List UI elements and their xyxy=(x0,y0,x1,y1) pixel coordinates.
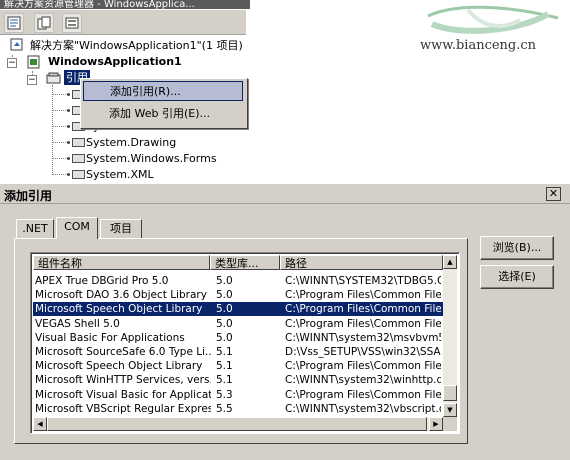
cell-version: 5.1 xyxy=(216,374,233,386)
show-all-files-icon[interactable] xyxy=(34,13,54,33)
horizontal-scrollbar[interactable]: ◀ ▶ xyxy=(33,417,443,431)
tree-guide xyxy=(52,110,66,111)
scroll-up-icon[interactable]: ▲ xyxy=(443,255,457,269)
menu-item-add-reference[interactable]: 添加引用(R)... xyxy=(83,81,243,101)
table-row[interactable]: VEGAS Shell 5.0 5.0 C:\Program Files\Commo… xyxy=(33,317,443,331)
tree-guide xyxy=(52,174,66,175)
reference-dot xyxy=(67,109,70,112)
reference-icon xyxy=(72,138,85,147)
references-folder-icon xyxy=(46,72,61,84)
tab-project[interactable]: 项目 xyxy=(100,219,142,239)
cell-name: Visual Basic For Applications xyxy=(35,332,185,344)
cell-path: C:\WINNT\system32\vbscript.dll xyxy=(285,403,441,415)
cell-name: Microsoft VBScript Regular Expres... xyxy=(35,403,211,415)
context-menu: 添加引用(R)... 添加 Web 引用(E)... xyxy=(80,78,248,129)
collapse-project-icon[interactable]: − xyxy=(7,58,17,68)
cell-path: C:\Program Files\Common Files\ xyxy=(285,303,441,315)
tab-com[interactable]: COM xyxy=(56,217,98,239)
cell-version: 5.3 xyxy=(216,389,233,401)
table-row-selected[interactable]: Microsoft Speech Object Library 5.0 C:\Pro… xyxy=(33,302,443,316)
solution-explorer-toolbar xyxy=(0,10,246,35)
cell-path: C:\Program Files\Common Files\ xyxy=(285,318,441,330)
reference-item[interactable]: System.Drawing xyxy=(86,135,176,150)
cell-name: Microsoft Speech Object Library xyxy=(35,303,203,315)
cell-version: 5.0 xyxy=(216,275,233,287)
solution-explorer-title: 解决方案资源管理器 - WindowsApplica... xyxy=(0,0,250,9)
tree-guide xyxy=(52,158,66,159)
cell-version: 5.0 xyxy=(216,332,233,344)
solution-node[interactable]: 解决方案"WindowsApplication1"(1 项目) xyxy=(30,38,243,53)
cell-name: Microsoft DAO 3.6 Object Library xyxy=(35,289,207,301)
reference-icon xyxy=(72,154,85,163)
cell-path: C:\Program Files\Common Files\ xyxy=(285,289,441,301)
reference-item[interactable]: System.XML xyxy=(86,167,154,182)
cell-path: C:\WINNT\system32\msvbvm50 xyxy=(285,332,441,344)
cell-version: 5.0 xyxy=(216,289,233,301)
cell-path: C:\Program Files\Common Files\ xyxy=(285,360,441,372)
reference-dot xyxy=(67,125,70,128)
dialog-title: 添加引用 xyxy=(4,189,53,203)
component-list[interactable]: 组件名称 类型库... 路径 APEX True DBGrid Pro 5.0 5… xyxy=(30,252,460,434)
tree-guide xyxy=(52,126,66,127)
table-row[interactable]: Visual Basic For Applications 5.0 C:\WINNT… xyxy=(33,331,443,345)
scrollbar-corner xyxy=(443,417,457,431)
table-row[interactable]: Microsoft WinHTTP Services, vers... 5.1 C:… xyxy=(33,373,443,387)
logo-url-text: www.bianceng.cn xyxy=(420,38,537,53)
cell-name: Microsoft WinHTTP Services, vers... xyxy=(35,374,211,386)
cell-name: Microsoft Visual Basic for Applicati... xyxy=(35,389,211,401)
vertical-scroll-thumb[interactable] xyxy=(443,385,457,401)
reference-item[interactable]: System.Windows.Forms xyxy=(86,151,217,166)
cell-path: C:\Program Files\Common Files\ xyxy=(285,389,441,401)
table-row[interactable]: Microsoft DAO 3.6 Object Library 5.0 C:\Pr… xyxy=(33,288,443,302)
tree-guide xyxy=(52,85,53,175)
cell-version: 5.0 xyxy=(216,318,233,330)
cell-name: Microsoft SourceSafe 6.0 Type Li... xyxy=(35,346,211,358)
close-icon[interactable]: ✕ xyxy=(546,187,561,201)
tree-guide xyxy=(52,94,66,95)
browse-button[interactable]: 浏览(B)... xyxy=(480,236,554,260)
table-row[interactable]: Microsoft SourceSafe 6.0 Type Li... 5.1 D:… xyxy=(33,345,443,359)
menu-item-add-web-reference[interactable]: 添加 Web 引用(E)... xyxy=(83,104,243,124)
add-reference-dialog: 添加引用 ✕ .NET COM 项目 浏览(B)... 选择(E) 组件名称 类… xyxy=(0,183,570,460)
column-header-version[interactable]: 类型库... xyxy=(210,255,280,270)
refresh-icon[interactable] xyxy=(62,13,82,33)
tab-net[interactable]: .NET xyxy=(16,219,54,239)
cell-name: APEX True DBGrid Pro 5.0 xyxy=(35,275,169,287)
reference-dot xyxy=(67,141,70,144)
vertical-scrollbar[interactable]: ▲ ▼ xyxy=(443,255,457,417)
dialog-titlebar: 添加引用 ✕ xyxy=(0,184,570,204)
cell-path: C:\WINNT\system32\winhttp.dll xyxy=(285,374,441,386)
table-row[interactable]: Microsoft Visual Basic for Applicati... 5… xyxy=(33,388,443,402)
reference-icon xyxy=(72,170,85,179)
reference-dot xyxy=(67,173,70,176)
solution-explorer: 解决方案资源管理器 - WindowsApplica... 解决方案"Windo… xyxy=(0,0,570,183)
collapse-references-icon[interactable]: − xyxy=(27,75,37,85)
scroll-right-icon[interactable]: ▶ xyxy=(429,417,443,431)
project-node[interactable]: WindowsApplication1 xyxy=(48,54,182,69)
cell-version: 5.1 xyxy=(216,360,233,372)
tree-guide xyxy=(52,142,66,143)
cell-path: C:\WINNT\SYSTEM32\TDBG5.OC xyxy=(285,275,441,287)
scroll-left-icon[interactable]: ◀ xyxy=(33,417,47,431)
cell-name: VEGAS Shell 5.0 xyxy=(35,318,120,330)
cell-version: 5.5 xyxy=(216,403,233,415)
select-button[interactable]: 选择(E) xyxy=(480,265,554,289)
project-icon xyxy=(27,55,40,69)
cell-version: 5.1 xyxy=(216,346,233,358)
column-header-path[interactable]: 路径 xyxy=(280,255,443,270)
reference-dot xyxy=(67,93,70,96)
table-row[interactable]: Microsoft VBScript Regular Expres... 5.5 C… xyxy=(33,402,443,416)
solution-icon xyxy=(10,38,23,51)
properties-icon[interactable] xyxy=(4,13,24,33)
horizontal-scroll-thumb[interactable] xyxy=(47,417,427,431)
table-row[interactable]: Microsoft Speech Object Library 5.1 C:\Pro… xyxy=(33,359,443,373)
scroll-down-icon[interactable]: ▼ xyxy=(443,403,457,417)
column-header-name[interactable]: 组件名称 xyxy=(33,255,210,270)
cell-version: 5.0 xyxy=(216,303,233,315)
cell-path: D:\Vss_SETUP\VSS\win32\SSAPI xyxy=(285,346,441,358)
reference-dot xyxy=(67,157,70,160)
table-row[interactable]: APEX True DBGrid Pro 5.0 5.0 C:\WINNT\SYST… xyxy=(33,274,443,288)
cell-name: Microsoft Speech Object Library xyxy=(35,360,203,372)
